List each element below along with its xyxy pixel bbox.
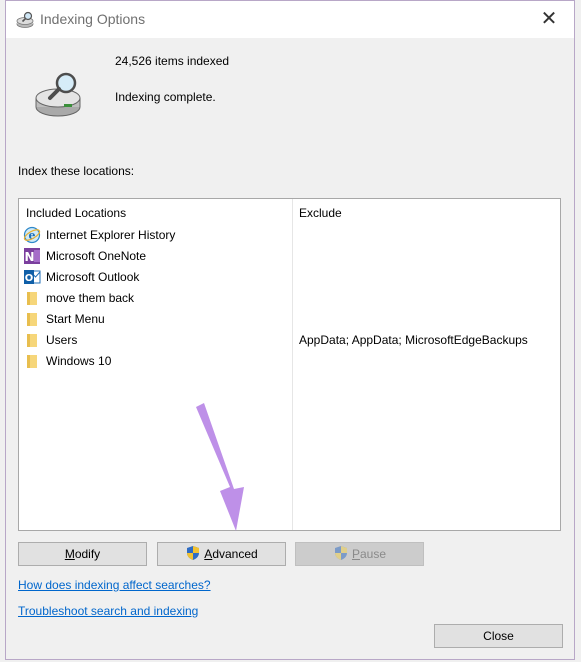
list-item[interactable]: Users xyxy=(21,329,291,350)
pause-label: ause xyxy=(359,547,387,561)
advanced-label: dvanced xyxy=(212,547,258,561)
pause-button[interactable]: Pause xyxy=(295,542,424,566)
list-item[interactable]: Windows 10 xyxy=(21,350,291,371)
list-item-label: Windows 10 xyxy=(46,354,112,368)
list-item-label: Users xyxy=(46,333,78,347)
list-item[interactable]: N Microsoft OneNote xyxy=(21,245,291,266)
locations-label: Index these locations: xyxy=(18,164,135,178)
indexing-status-text: Indexing complete. xyxy=(115,90,216,104)
column-divider[interactable] xyxy=(292,199,293,530)
indexing-options-dialog: Indexing Options ✕ 24,526 items indexed … xyxy=(5,0,575,660)
troubleshoot-link[interactable]: Troubleshoot search and indexing xyxy=(18,604,198,618)
locations-list[interactable]: Included Locations Exclude e Internet Ex… xyxy=(18,198,561,531)
list-item-label: Internet Explorer History xyxy=(46,228,176,242)
list-item[interactable]: e Internet Explorer History xyxy=(21,224,291,245)
outlook-icon: O xyxy=(24,270,41,284)
modify-button[interactable]: Modify xyxy=(18,542,147,566)
list-item-label: Microsoft OneNote xyxy=(46,249,147,263)
uac-shield-icon xyxy=(334,546,347,560)
modify-label: odify xyxy=(74,547,101,561)
exclude-value: AppData; AppData; MicrosoftEdgeBackups xyxy=(299,333,528,347)
advanced-button[interactable]: Advanced xyxy=(157,542,286,566)
column-header-included[interactable]: Included Locations xyxy=(26,206,126,220)
svg-text:N: N xyxy=(24,250,34,264)
list-item-label: Start Menu xyxy=(46,312,105,326)
close-button[interactable]: Close xyxy=(434,624,563,648)
list-item-label: move them back xyxy=(46,291,135,305)
list-item[interactable]: move them back xyxy=(21,287,291,308)
folder-icon xyxy=(27,355,37,368)
folder-icon xyxy=(27,334,37,347)
list-item[interactable]: O Microsoft Outlook xyxy=(21,266,291,287)
close-window-button[interactable]: ✕ xyxy=(536,6,562,32)
window-title: Indexing Options xyxy=(40,11,146,27)
column-header-exclude[interactable]: Exclude xyxy=(299,206,342,220)
indexing-help-link[interactable]: How does indexing affect searches? xyxy=(18,578,211,592)
list-item-label: Microsoft Outlook xyxy=(46,270,140,284)
indexing-options-icon xyxy=(16,11,34,28)
annotation-arrow-icon xyxy=(196,403,244,531)
onenote-icon: N xyxy=(24,248,40,264)
uac-shield-icon xyxy=(187,546,200,560)
folder-icon xyxy=(27,313,37,326)
pause-accelerator: P xyxy=(351,547,360,561)
list-item[interactable]: Start Menu xyxy=(21,308,291,329)
folder-icon xyxy=(27,292,37,305)
internet-explorer-icon: e xyxy=(23,226,41,244)
indexing-status-icon xyxy=(35,72,81,117)
svg-text:O: O xyxy=(25,273,34,284)
items-indexed-count: 24,526 items indexed xyxy=(115,54,230,68)
title-bar[interactable]: Indexing Options ✕ xyxy=(6,1,574,38)
modify-accelerator: M xyxy=(64,547,75,561)
